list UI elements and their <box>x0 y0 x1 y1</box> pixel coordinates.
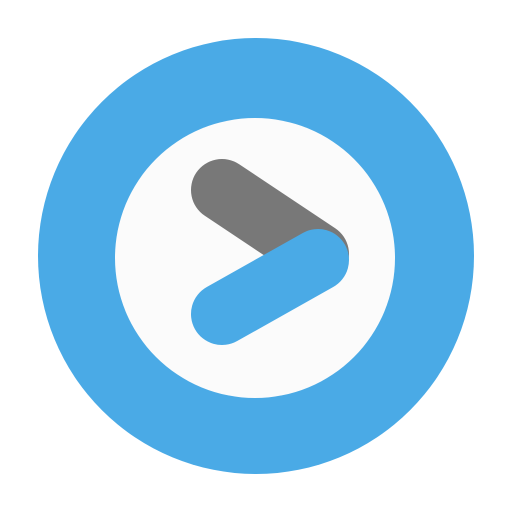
play-logo-icon <box>38 38 474 474</box>
app-icon-canvas <box>0 0 512 512</box>
inner-disc <box>115 118 395 398</box>
